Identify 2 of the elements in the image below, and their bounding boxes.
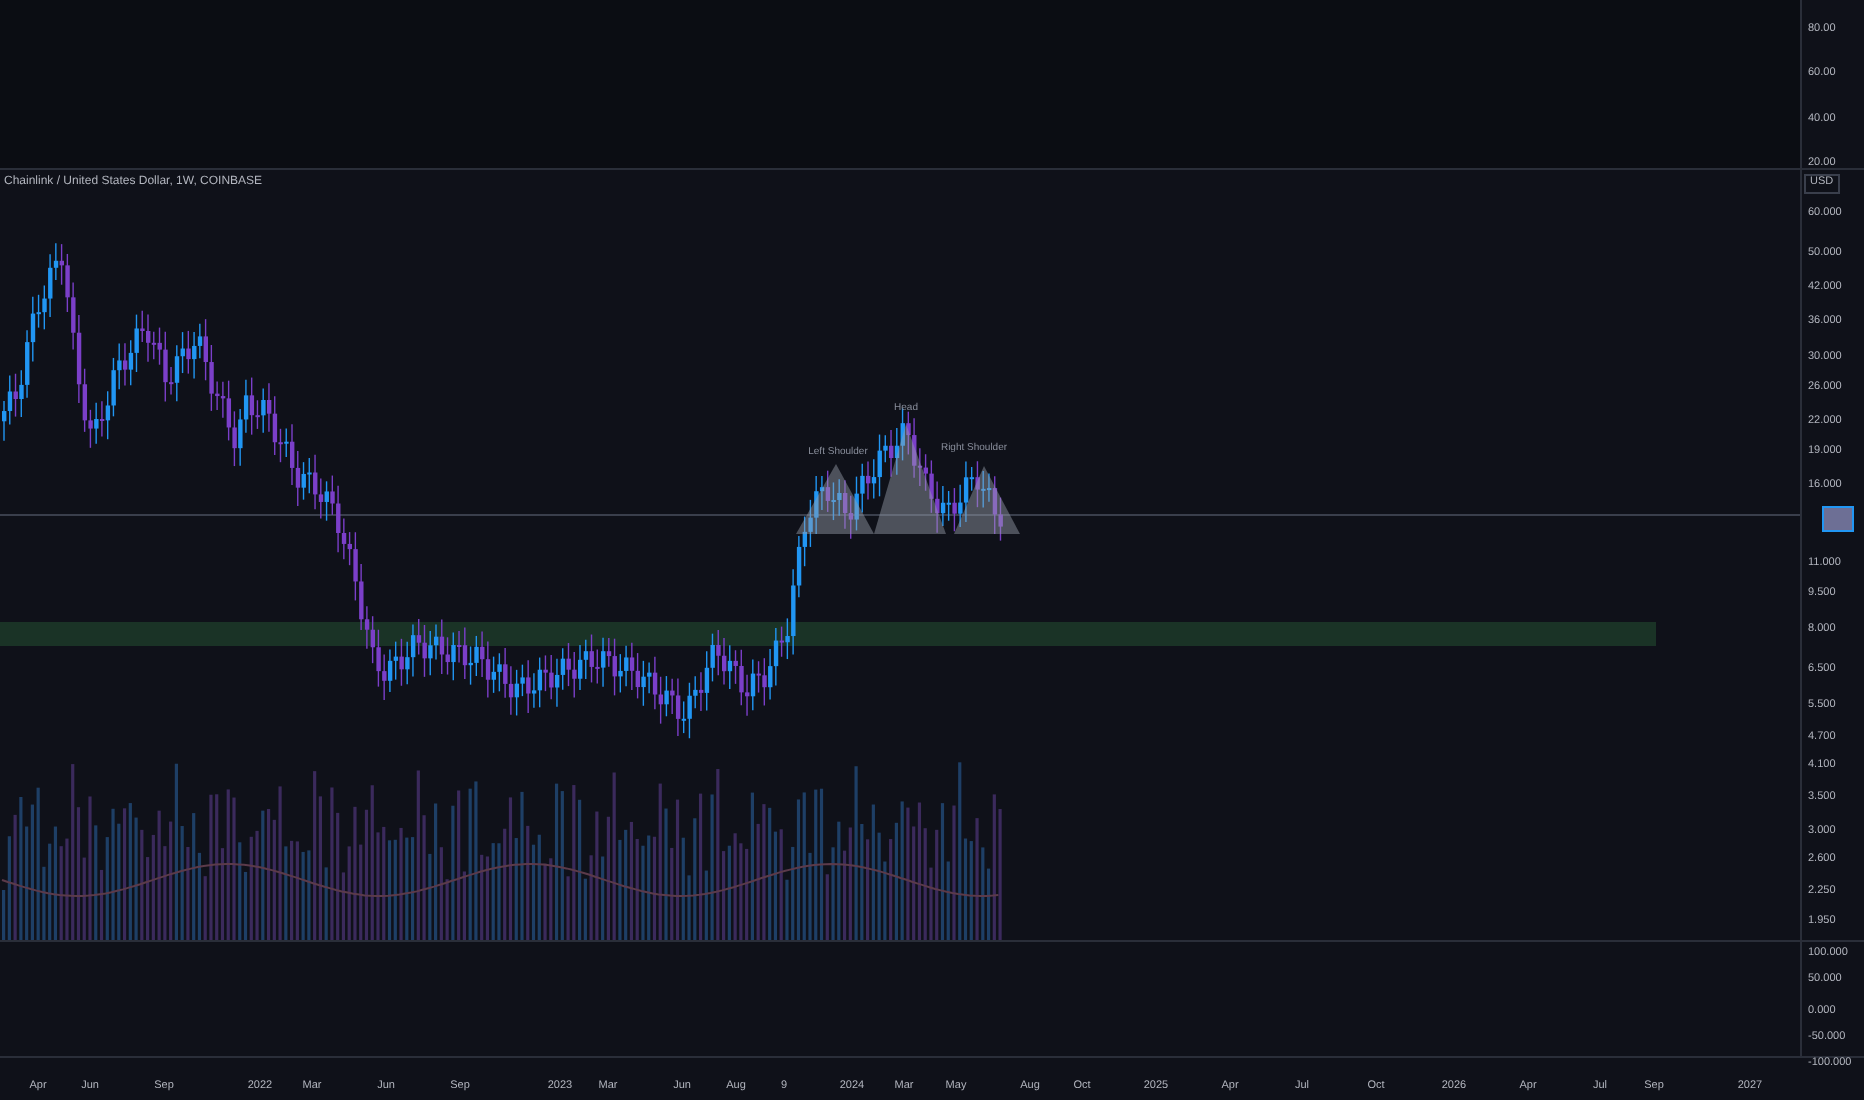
- pattern-triangle: [954, 466, 1020, 534]
- current-price-marker: [1822, 506, 1854, 532]
